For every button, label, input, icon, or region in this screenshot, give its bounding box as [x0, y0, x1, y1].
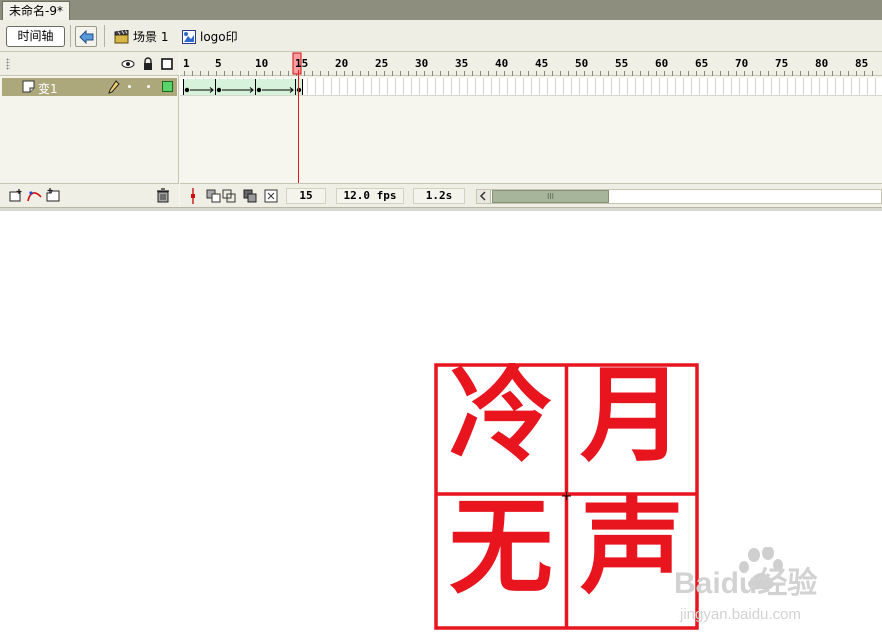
ruler-tick-label: 20: [335, 57, 348, 70]
center-frame-icon[interactable]: [188, 188, 198, 204]
frame-row[interactable]: [180, 78, 882, 96]
visibility-dot[interactable]: [128, 85, 131, 88]
add-motion-guide-icon[interactable]: [27, 189, 43, 203]
ruler-tick-label: 5: [215, 57, 222, 70]
keyframe-strip: [183, 79, 303, 95]
ruler-tick-label: 65: [695, 57, 708, 70]
seal-character: 冷: [449, 363, 553, 476]
ruler-tick-label: 60: [655, 57, 668, 70]
current-frame-readout: 15: [286, 188, 326, 204]
keyframe-dot[interactable]: [216, 87, 222, 93]
playhead-line: [298, 70, 299, 183]
ruler-tick-label: 15: [295, 57, 308, 70]
scroll-left-button[interactable]: [477, 190, 491, 203]
document-tab-strip: 未命名-9*: [0, 0, 882, 20]
layer-header: [0, 52, 179, 76]
baidu-watermark: Baidu经验 jingyan.baidu.com: [674, 547, 817, 623]
stage-canvas[interactable]: 冷 月 无 声 Baidu经验 jingyan.baidu.com: [0, 211, 882, 635]
lock-dot[interactable]: [147, 85, 150, 88]
keyframe-dot[interactable]: [256, 87, 262, 93]
timeline-status-bar: 15 12.0 fps 1.2s III: [180, 183, 882, 207]
timeline-panel: 变1 1 5 10 15 20 25 30 35 40 45 50 55 60 …: [0, 52, 882, 207]
document-tab[interactable]: 未命名-9*: [2, 1, 70, 20]
tween-span[interactable]: [183, 79, 303, 95]
editbar-divider: [70, 25, 71, 47]
outline-color-swatch[interactable]: [162, 81, 173, 92]
seal-character: 声: [580, 485, 684, 608]
seal-logo[interactable]: 冷 月 无 声: [434, 363, 699, 630]
layer-name: 变1: [38, 82, 58, 96]
layer-page-icon: [22, 80, 35, 93]
frames-empty-space: [180, 97, 882, 183]
frame-rate-readout[interactable]: 12.0 fps: [336, 188, 404, 204]
ruler-tick-label: 25: [375, 57, 388, 70]
lock-icon[interactable]: [141, 57, 155, 71]
frame-ruler[interactable]: 1 5 10 15 20 25 30 35 40 45 50 55 60 65 70 75 80 85: [180, 52, 882, 76]
back-button[interactable]: [75, 26, 97, 47]
watermark-brand: Baidu经验: [674, 566, 817, 600]
ruler-scale: 1 5 10 15 20 25 30 35 40 45 50 55 60 65 70 75 80 85: [183, 52, 873, 76]
layer-panel: 变1: [0, 52, 179, 207]
edit-multiple-frames-icon[interactable]: [243, 189, 257, 203]
scene-label: 场景 1: [133, 30, 169, 44]
keyframe-dot[interactable]: [184, 87, 190, 93]
ruler-tick-label: 30: [415, 57, 428, 70]
editbar-divider: [104, 25, 105, 47]
breadcrumb-scene[interactable]: 场景 1: [114, 28, 168, 45]
layer-row[interactable]: 变1: [2, 78, 177, 96]
frames-area: 1 5 10 15 20 25 30 35 40 45 50 55 60 65 70 75 80 85: [180, 52, 882, 207]
insert-layer-icon[interactable]: [8, 189, 24, 203]
scrollbar-thumb[interactable]: III: [492, 190, 609, 203]
ruler-tick-label: 75: [775, 57, 788, 70]
back-arrow-icon: [79, 30, 94, 44]
ruler-tick-label: 35: [455, 57, 468, 70]
chevron-left-icon: [479, 191, 486, 201]
trash-icon[interactable]: [156, 188, 170, 203]
clapperboard-icon: [114, 29, 129, 43]
seal-character: 无: [449, 485, 553, 608]
onion-skin-outlines-icon[interactable]: [222, 189, 236, 203]
ruler-tick-label: 40: [495, 57, 508, 70]
insert-folder-icon[interactable]: [45, 188, 62, 203]
edit-bar: 时间轴 场景 1 logo印: [0, 20, 882, 52]
ruler-tick-label: 70: [735, 57, 748, 70]
ruler-tick-label: 1: [183, 57, 190, 70]
outline-icon[interactable]: [160, 57, 174, 71]
timeline-horizontal-scrollbar[interactable]: III: [476, 189, 882, 204]
panel-grip-icon[interactable]: [6, 58, 10, 70]
timeline-toggle-button[interactable]: 时间轴: [6, 26, 65, 47]
seal-character: 月: [580, 363, 684, 476]
ruler-tick-label: 10: [255, 57, 268, 70]
pencil-icon: [108, 80, 120, 94]
graphic-symbol-icon: [182, 29, 196, 44]
symbol-label: logo印: [200, 30, 238, 44]
ruler-tick-label: 80: [815, 57, 828, 70]
layer-controls: [0, 183, 179, 207]
scrollbar-grip: III: [546, 192, 555, 201]
ruler-tick-label: 50: [575, 57, 588, 70]
ruler-tick-label: 85: [855, 57, 868, 70]
breadcrumb-symbol[interactable]: logo印: [182, 28, 238, 45]
ruler-tick-label: 45: [535, 57, 548, 70]
elapsed-time-readout: 1.2s: [413, 188, 465, 204]
eye-icon[interactable]: [121, 57, 135, 71]
watermark-url: jingyan.baidu.com: [679, 606, 801, 623]
onion-skin-icon[interactable]: [206, 189, 222, 203]
modify-onion-markers-icon[interactable]: [264, 189, 278, 203]
ruler-tick-label: 55: [615, 57, 628, 70]
